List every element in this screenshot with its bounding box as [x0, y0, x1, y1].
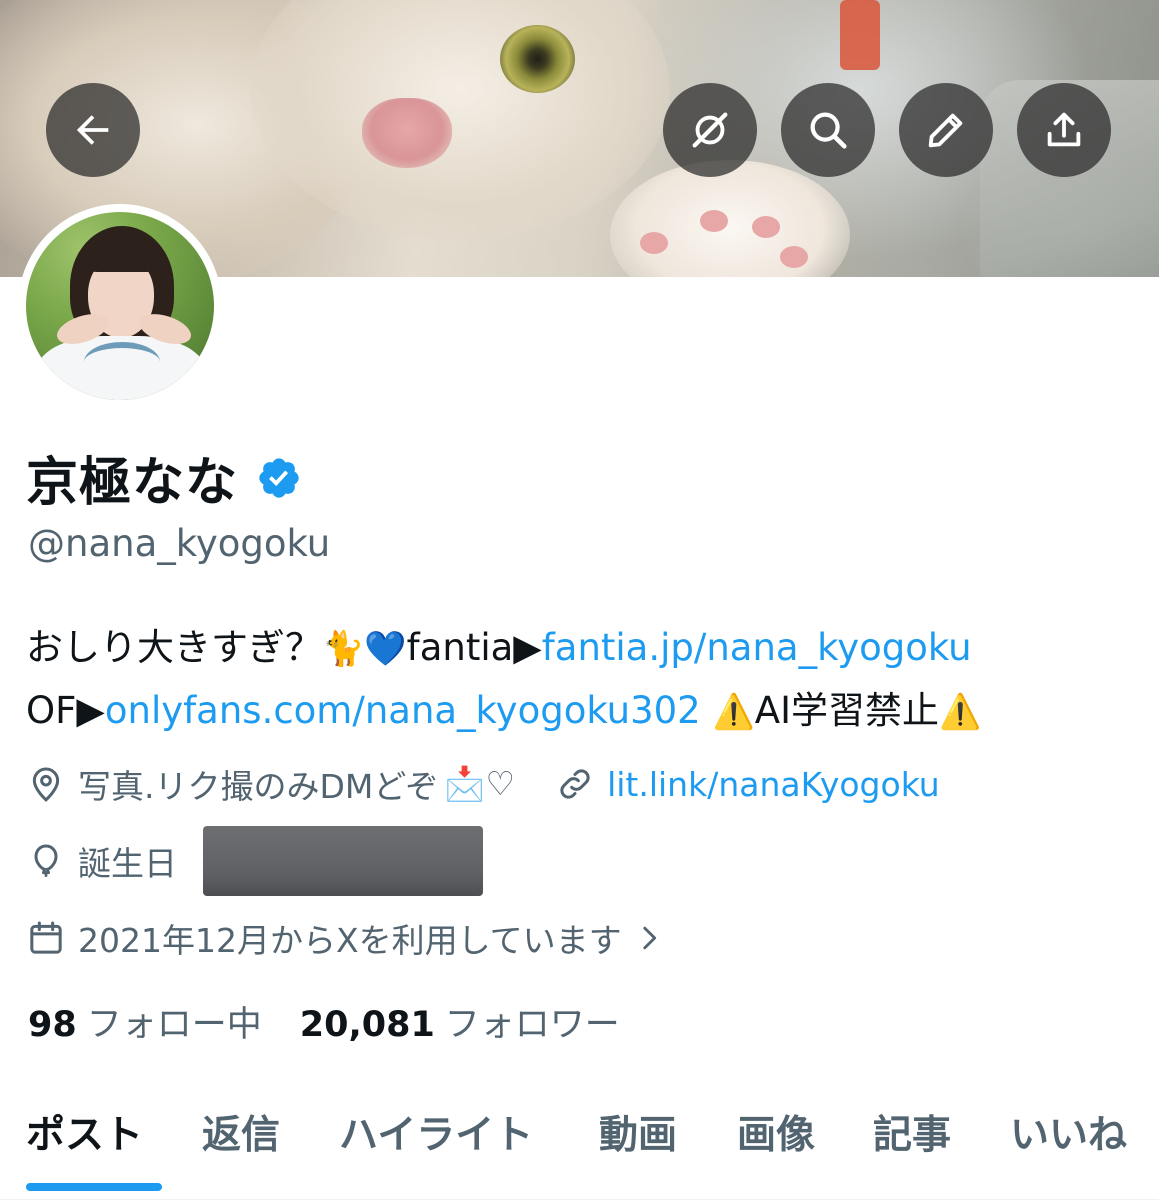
- profile-meta-joined-row[interactable]: 2021年12月からXを利用しています: [26, 914, 678, 962]
- avatar-bangs: [82, 238, 162, 272]
- chevron-right-icon: [642, 926, 656, 950]
- share-icon: [1047, 112, 1081, 147]
- banner-paw-toe: [700, 210, 728, 232]
- profile-name: 京極なな: [26, 453, 239, 513]
- bio-line-2: OF▶onlyfans.com/nana_kyogoku302 ⚠️AI学習禁止…: [26, 680, 1146, 743]
- search-button[interactable]: [781, 83, 875, 177]
- profile-meta-location-row: 写真.リク撮のみDMどぞ 📩♡ lit.link/nanaKyogoku: [26, 760, 940, 808]
- edit-button[interactable]: [899, 83, 993, 177]
- following-label: フォロー中: [86, 1005, 262, 1045]
- balloon-icon: [34, 844, 58, 877]
- link-icon: [560, 769, 590, 799]
- location-emoji: 📩♡: [444, 764, 516, 803]
- banner-cat-nose: [362, 98, 452, 168]
- grok-icon: [692, 112, 728, 148]
- profile-stats: 98 フォロー中 20,081 フォロワー: [28, 996, 620, 1047]
- banner-cat-eye: [500, 25, 575, 93]
- tab-images[interactable]: 画像: [737, 1104, 815, 1160]
- joined-text: 2021年12月からXを利用しています: [78, 921, 622, 960]
- bio-text: おしり大きすぎ？: [26, 626, 322, 669]
- followers-count: 20,081: [299, 1005, 435, 1045]
- tab-likes[interactable]: いいね: [1010, 1104, 1127, 1160]
- tab-articles[interactable]: 記事: [873, 1104, 951, 1160]
- followers-stat[interactable]: 20,081 フォロワー: [300, 996, 620, 1047]
- tab-videos[interactable]: 動画: [599, 1104, 677, 1160]
- birthday-label: 誕生日: [78, 844, 177, 883]
- cat-heart-emoji: 🐈💙: [322, 629, 407, 669]
- bio-text: AI学習禁止: [754, 689, 940, 732]
- birthday-redacted-block: [203, 826, 483, 896]
- calendar-icon: [30, 921, 62, 954]
- banner-paw-toe: [752, 216, 780, 238]
- back-button[interactable]: [46, 83, 140, 177]
- bio-text: OF▶: [26, 689, 105, 732]
- profile-tab-bar: ポスト 返信 ハイライト 動画 画像 記事 いいね: [0, 1090, 1159, 1200]
- active-tab-indicator: [26, 1183, 162, 1191]
- banner-cat-paw: [610, 160, 850, 277]
- grok-button[interactable]: [663, 83, 757, 177]
- banner-orange-shape: [840, 0, 880, 70]
- following-stat[interactable]: 98 フォロー中: [28, 996, 262, 1047]
- tab-replies[interactable]: 返信: [202, 1104, 280, 1160]
- tab-posts[interactable]: ポスト: [26, 1104, 143, 1160]
- warning-emoji: ⚠️: [712, 692, 755, 732]
- avatar-image: [26, 212, 214, 400]
- profile-handle: @nana_kyogoku: [28, 522, 331, 565]
- avatar-collar: [84, 342, 160, 382]
- fantia-link[interactable]: fantia.jp/nana_kyogoku: [542, 626, 972, 669]
- location-pin-icon: [32, 767, 60, 802]
- bio-text: fantia▶: [406, 626, 542, 669]
- back-arrow-icon: [76, 115, 109, 145]
- share-button[interactable]: [1017, 83, 1111, 177]
- profile-bio: おしり大きすぎ？🐈💙fantia▶fantia.jp/nana_kyogoku …: [26, 617, 1146, 743]
- pencil-icon: [928, 113, 963, 148]
- search-icon: [810, 112, 847, 149]
- website-link[interactable]: lit.link/nanaKyogoku: [607, 765, 940, 804]
- bio-line-1: おしり大きすぎ？🐈💙fantia▶fantia.jp/nana_kyogoku: [26, 617, 1146, 680]
- banner-paw-toe: [640, 232, 668, 254]
- tab-highlights[interactable]: ハイライト: [339, 1104, 533, 1160]
- profile-name-row: 京極なな: [26, 440, 302, 515]
- followers-label: フォロワー: [444, 1005, 620, 1045]
- banner-paw-toe: [780, 246, 808, 268]
- onlyfans-link[interactable]: onlyfans.com/nana_kyogoku302: [105, 689, 701, 732]
- profile-meta-birthday-row: 誕生日: [26, 826, 483, 896]
- warning-emoji: ⚠️: [939, 692, 982, 732]
- verified-badge-icon[interactable]: [256, 455, 302, 501]
- location-text: 写真.リク撮のみDMどぞ: [78, 767, 439, 806]
- following-count: 98: [28, 1005, 77, 1045]
- profile-avatar[interactable]: [18, 204, 222, 408]
